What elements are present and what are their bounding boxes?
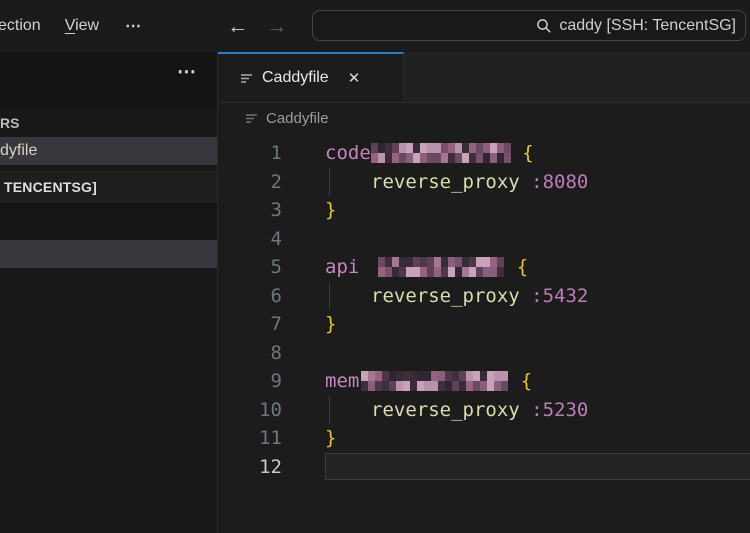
token-brace: } [325,310,336,339]
line-content: mem { [325,367,750,396]
menu-item-1[interactable]: View [53,17,111,35]
line-content: reverse_proxy :5432 [325,282,750,311]
token-fn: reverse_proxy [371,168,520,197]
token-brace: { [509,367,532,396]
token-brace: } [325,196,336,225]
sidebar-item-label: dyfile [0,142,37,160]
code-line[interactable]: 1 code { [218,139,750,168]
redacted-text [371,143,511,163]
token-num: :5230 [520,396,589,425]
search-icon [536,18,552,34]
token-brace: { [505,253,528,282]
nav-back-button[interactable]: ← [218,16,257,37]
token-fn: reverse_proxy [371,396,520,425]
line-number[interactable]: 11 [218,424,282,453]
line-content: } [325,196,750,225]
line-content: } [325,310,750,339]
tab-bar: Caddyfile ✕ [218,52,750,103]
line-number[interactable]: 4 [218,225,282,254]
redacted-text [378,257,505,277]
sidebar-selected-row[interactable] [0,240,217,268]
editor-group: Caddyfile ✕ Caddyfile 1code {2reverse_pr… [218,52,750,533]
remote-section-label: TENCENTSG] [4,179,97,195]
tab-caddyfile[interactable]: Caddyfile ✕ [218,52,404,102]
code-line[interactable]: 2 reverse_proxy :8080 [218,168,750,197]
token-kw: code [325,139,371,168]
sidebar: ⋯ RS dyfile TENCENTSG] [0,52,218,533]
code-editor[interactable]: 1code {2reverse_proxy :80803}45api {6rev… [218,134,750,533]
section-header-open-editors[interactable]: RS [0,110,19,136]
line-number[interactable]: 12 [218,453,282,482]
token-kw: mem [325,367,359,396]
sidebar-item-caddyfile[interactable]: dyfile [0,137,217,165]
command-center-search[interactable]: caddy [SSH: TencentSG] [312,10,746,41]
code-line[interactable]: 10 reverse_proxy :5230 [218,396,750,425]
indent-guide [329,282,371,311]
more-actions-icon[interactable]: ⋯ [177,61,197,84]
nav-forward-button[interactable]: → [257,16,296,37]
line-content: reverse_proxy :5230 [325,396,750,425]
line-number[interactable]: 9 [218,367,282,396]
token-kw: api [325,253,359,282]
code-line[interactable]: 9 mem { [218,367,750,396]
indent-guide [329,396,371,425]
line-number[interactable]: 3 [218,196,282,225]
code-line[interactable]: 4 [218,225,750,254]
line-number[interactable]: 8 [218,339,282,368]
command-center-text: caddy [SSH: TencentSG] [559,17,736,35]
line-number[interactable]: 7 [218,310,282,339]
code-line[interactable]: 6 reverse_proxy :5432 [218,282,750,311]
token-fn: reverse_proxy [371,282,520,311]
breadcrumb[interactable]: Caddyfile [218,103,750,134]
line-content [325,339,750,368]
line-content: api { [325,253,750,282]
menubar: ectionView⋯ [0,0,156,52]
line-number[interactable]: 1 [218,139,282,168]
line-content: } [325,424,750,453]
file-icon [240,72,253,85]
line-content [325,453,750,480]
redacted-text [361,371,509,391]
tab-label: Caddyfile [262,69,329,87]
line-number[interactable]: 6 [218,282,282,311]
code-line[interactable]: 8 [218,339,750,368]
sidebar-divider-area [0,203,217,240]
code-line[interactable]: 5 api { [218,253,750,282]
token-brace: { [511,139,534,168]
token-brace: } [325,424,336,453]
code-line[interactable]: 12 [218,453,750,482]
close-tab-icon[interactable]: ✕ [348,69,361,87]
indent-guide [329,168,371,197]
line-content [325,225,750,254]
line-number[interactable]: 5 [218,253,282,282]
line-content: code { [325,139,750,168]
line-number[interactable]: 10 [218,396,282,425]
menu-item-2[interactable]: ⋯ [111,16,156,36]
token-num: :8080 [520,168,589,197]
token-num: :5432 [520,282,589,311]
workbench: ⋯ RS dyfile TENCENTSG] Caddyfile ✕ [0,52,750,533]
code-line[interactable]: 3} [218,196,750,225]
line-number[interactable]: 2 [218,168,282,197]
line-content: reverse_proxy :8080 [325,168,750,197]
breadcrumb-filename: Caddyfile [266,110,329,127]
menu-item-0[interactable]: ection [0,17,53,35]
code-line[interactable]: 7} [218,310,750,339]
titlebar: ectionView⋯ ← → caddy [SSH: TencentSG] [0,0,750,52]
code-line[interactable]: 11} [218,424,750,453]
file-icon [245,112,258,125]
remote-section-header[interactable]: TENCENTSG] [0,171,217,203]
